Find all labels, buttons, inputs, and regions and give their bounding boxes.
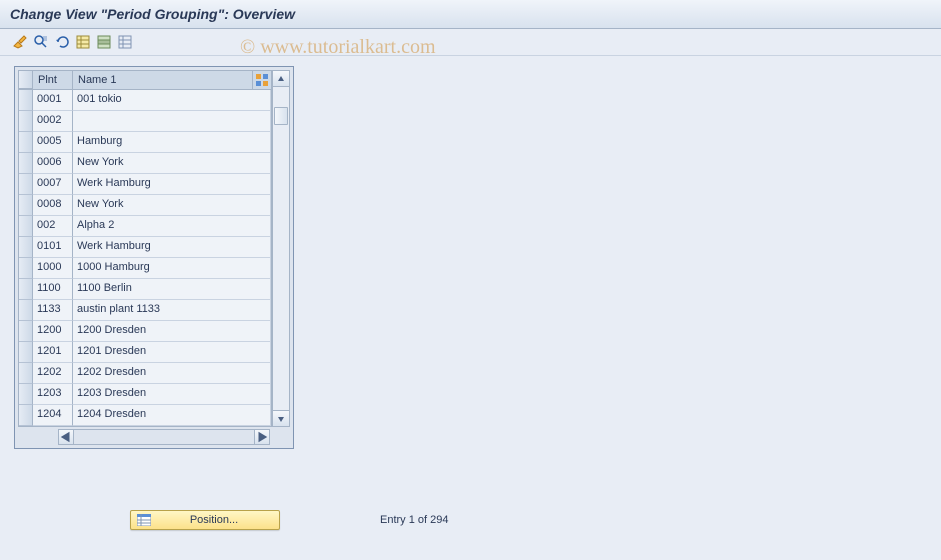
position-icon <box>135 514 153 526</box>
change-display-icon[interactable] <box>10 33 30 51</box>
find-icon[interactable] <box>31 33 51 51</box>
cell-plnt[interactable]: 002 <box>33 216 73 237</box>
cell-name1[interactable]: Hamburg <box>73 132 271 153</box>
cell-plnt[interactable]: 0007 <box>33 174 73 195</box>
row-selector[interactable] <box>19 174 33 195</box>
footer: Position... Entry 1 of 294 <box>0 510 941 530</box>
scroll-track[interactable] <box>273 87 289 410</box>
table-row: 0008New York <box>19 195 271 216</box>
row-selector[interactable] <box>19 90 33 111</box>
scroll-up-button[interactable] <box>273 71 289 87</box>
row-selector[interactable] <box>19 195 33 216</box>
column-header-name1[interactable]: Name 1 <box>73 71 253 89</box>
table-row: 002Alpha 2 <box>19 216 271 237</box>
row-selector[interactable] <box>19 363 33 384</box>
table-row: 1133austin plant 1133 <box>19 300 271 321</box>
table-row: 0006New York <box>19 153 271 174</box>
vertical-scrollbar[interactable] <box>272 70 290 427</box>
row-selector[interactable] <box>19 405 33 426</box>
position-button[interactable]: Position... <box>130 510 280 530</box>
row-selector[interactable] <box>19 300 33 321</box>
cell-name1[interactable]: Werk Hamburg <box>73 174 271 195</box>
cell-name1[interactable]: Werk Hamburg <box>73 237 271 258</box>
cell-name1[interactable]: 1204 Dresden <box>73 405 271 426</box>
row-selector[interactable] <box>19 321 33 342</box>
scroll-down-button[interactable] <box>273 410 289 426</box>
cell-plnt[interactable]: 1204 <box>33 405 73 426</box>
row-selector[interactable] <box>19 384 33 405</box>
cell-plnt[interactable]: 0006 <box>33 153 73 174</box>
scroll-left-button[interactable] <box>58 429 74 445</box>
table-settings-icon[interactable] <box>253 71 271 89</box>
scroll-thumb[interactable] <box>274 107 288 125</box>
row-selector[interactable] <box>19 111 33 132</box>
deselect-all-icon[interactable] <box>115 33 135 51</box>
cell-name1[interactable]: New York <box>73 195 271 216</box>
table-row: 0007Werk Hamburg <box>19 174 271 195</box>
cell-plnt[interactable]: 1200 <box>33 321 73 342</box>
row-selector[interactable] <box>19 258 33 279</box>
cell-plnt[interactable]: 0008 <box>33 195 73 216</box>
cell-plnt[interactable]: 0101 <box>33 237 73 258</box>
cell-name1[interactable]: Alpha 2 <box>73 216 271 237</box>
cell-name1[interactable]: 1000 Hamburg <box>73 258 271 279</box>
cell-plnt[interactable]: 0001 <box>33 90 73 111</box>
cell-plnt[interactable]: 1201 <box>33 342 73 363</box>
window-title: Change View "Period Grouping": Overview <box>0 0 941 29</box>
scroll-right-button[interactable] <box>254 429 270 445</box>
row-selector[interactable] <box>19 279 33 300</box>
table-row: 12001200 Dresden <box>19 321 271 342</box>
select-block-icon[interactable] <box>94 33 114 51</box>
table-row: 0002 <box>19 111 271 132</box>
cell-name1[interactable]: 1100 Berlin <box>73 279 271 300</box>
column-header-plnt[interactable]: Plnt <box>33 71 73 89</box>
cell-name1[interactable]: 1202 Dresden <box>73 363 271 384</box>
select-all-icon[interactable] <box>73 33 93 51</box>
row-selector[interactable] <box>19 342 33 363</box>
cell-plnt[interactable]: 1202 <box>33 363 73 384</box>
cell-name1[interactable]: 001 tokio <box>73 90 271 111</box>
cell-name1[interactable]: 1201 Dresden <box>73 342 271 363</box>
entry-status: Entry 1 of 294 <box>380 514 449 526</box>
table-row: 12011201 Dresden <box>19 342 271 363</box>
position-button-label: Position... <box>153 514 275 526</box>
cell-name1[interactable]: New York <box>73 153 271 174</box>
row-selector[interactable] <box>19 153 33 174</box>
cell-name1[interactable]: austin plant 1133 <box>73 300 271 321</box>
table-row: 0005Hamburg <box>19 132 271 153</box>
content-area: Plnt Name 1 0001001 tokio 0002 0005Hambu… <box>0 56 941 459</box>
table-row: 11001100 Berlin <box>19 279 271 300</box>
select-all-rows[interactable] <box>19 71 33 89</box>
hscroll-track[interactable] <box>74 429 254 445</box>
cell-plnt[interactable]: 1133 <box>33 300 73 321</box>
table-row: 0001001 tokio <box>19 90 271 111</box>
cell-plnt[interactable]: 1000 <box>33 258 73 279</box>
table-container: Plnt Name 1 0001001 tokio 0002 0005Hambu… <box>14 66 294 449</box>
table-row: 10001000 Hamburg <box>19 258 271 279</box>
cell-name1[interactable] <box>73 111 271 132</box>
cell-plnt[interactable]: 1100 <box>33 279 73 300</box>
table-header: Plnt Name 1 <box>19 71 271 90</box>
cell-plnt[interactable]: 0002 <box>33 111 73 132</box>
table-row: 12041204 Dresden <box>19 405 271 426</box>
undo-icon[interactable] <box>52 33 72 51</box>
table-row: 12031203 Dresden <box>19 384 271 405</box>
row-selector[interactable] <box>19 216 33 237</box>
table-row: 0101Werk Hamburg <box>19 237 271 258</box>
cell-name1[interactable]: 1203 Dresden <box>73 384 271 405</box>
table-body: 0001001 tokio 0002 0005Hamburg 0006New Y… <box>19 90 271 426</box>
cell-name1[interactable]: 1200 Dresden <box>73 321 271 342</box>
cell-plnt[interactable]: 1203 <box>33 384 73 405</box>
row-selector[interactable] <box>19 132 33 153</box>
horizontal-scrollbar[interactable] <box>58 429 270 445</box>
row-selector[interactable] <box>19 237 33 258</box>
toolbar <box>0 29 941 56</box>
table-row: 12021202 Dresden <box>19 363 271 384</box>
cell-plnt[interactable]: 0005 <box>33 132 73 153</box>
